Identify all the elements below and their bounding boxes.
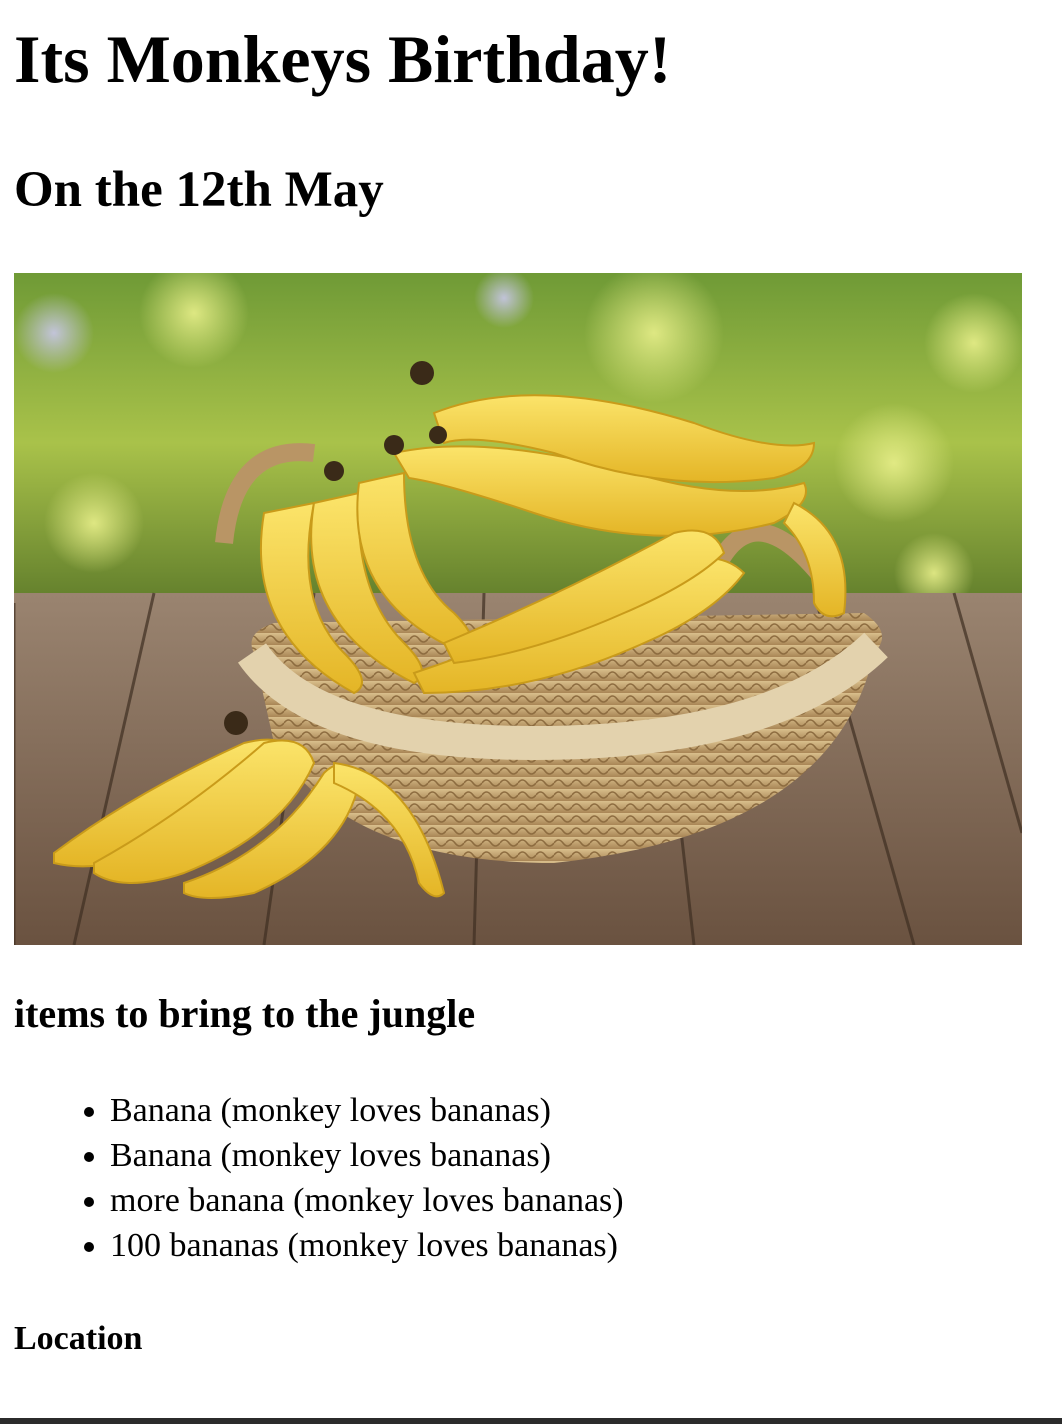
list-item: Banana (monkey loves bananas) xyxy=(110,1133,624,1178)
list-item: Banana (monkey loves bananas) xyxy=(110,1088,624,1133)
date-heading: On the 12th May xyxy=(14,162,384,218)
bananas-basket-image xyxy=(14,273,1022,945)
location-heading: Location xyxy=(14,1320,143,1357)
items-list: Banana (monkey loves bananas) Banana (mo… xyxy=(110,1088,624,1268)
items-heading: items to bring to the jungle xyxy=(14,991,476,1036)
page-title: Its Monkeys Birthday! xyxy=(14,21,672,97)
list-item: more banana (monkey loves bananas) xyxy=(110,1178,624,1223)
list-item: 100 bananas (monkey loves bananas) xyxy=(110,1223,624,1268)
horizontal-scrollbar[interactable] xyxy=(0,1418,1062,1424)
